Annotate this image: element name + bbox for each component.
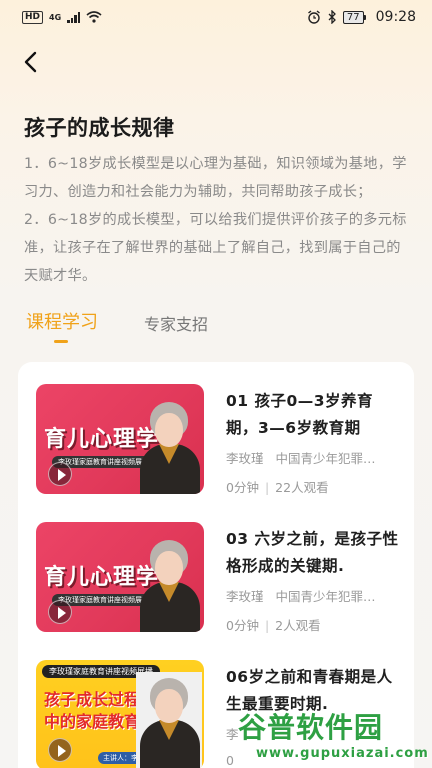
thumbnail-title-line1: 孩子成长过程 bbox=[44, 690, 141, 709]
page-description: 1．6~18岁成长模型是以心理为基础，知识领域为基地，学习力、创造力和社会能力为… bbox=[24, 156, 407, 284]
course-author-row: 李玫瑾 中国青少年犯罪… bbox=[226, 586, 402, 605]
alarm-icon bbox=[307, 10, 320, 24]
course-thumbnail: 李玫瑾家庭教育讲座视频展播 孩子成长过程 中的家庭教育 主讲人：李玫瑾 bbox=[36, 660, 204, 768]
lecturer-portrait bbox=[136, 672, 202, 768]
course-author: 李玫瑾 bbox=[226, 589, 264, 604]
course-org: 中国青少年犯罪… bbox=[275, 451, 376, 466]
course-item[interactable]: 育儿心理学 李玫瑾家庭教育讲座视频展播 01 孩子0—3岁养育期，3—6岁教育期… bbox=[18, 362, 414, 498]
course-org: 中国青少年犯罪… bbox=[275, 589, 376, 604]
tab-bar: 课程学习 专家支招 bbox=[24, 308, 404, 348]
thumbnail-title-line2: 中的家庭教育 bbox=[44, 712, 141, 731]
active-tab-indicator bbox=[54, 340, 68, 343]
tab-expert-tips[interactable]: 专家支招 bbox=[144, 311, 208, 335]
network-type: 4G bbox=[49, 12, 62, 22]
course-item[interactable]: 育儿心理学 李玫瑾家庭教育讲座视频展播 03 六岁之前，是孩子性格形成的关键期.… bbox=[18, 500, 414, 636]
course-thumbnail: 育儿心理学 李玫瑾家庭教育讲座视频展播 bbox=[36, 522, 204, 632]
wifi-icon bbox=[86, 11, 102, 23]
status-bar: HD 4G 77 09:28 bbox=[0, 0, 432, 34]
page-title: 孩子的成长规律 bbox=[24, 116, 175, 140]
course-duration: 0 bbox=[226, 753, 234, 768]
lecturer-portrait bbox=[136, 396, 202, 494]
course-title: 03 六岁之前，是孩子性格形成的关键期. bbox=[226, 530, 399, 575]
signal-icon bbox=[67, 11, 81, 23]
course-thumbnail: 育儿心理学 李玫瑾家庭教育讲座视频展播 bbox=[36, 384, 204, 494]
course-duration: 0分钟 bbox=[226, 618, 259, 633]
course-stats: 0分钟 | 22人观看 bbox=[226, 480, 329, 495]
battery-icon: 77 bbox=[342, 10, 366, 24]
site-watermark: 谷普软件园 www.gupuxiazai.com bbox=[236, 706, 432, 768]
back-arrow-icon bbox=[24, 51, 37, 73]
watermark-en: www.gupuxiazai.com bbox=[256, 746, 429, 761]
tab-course-study[interactable]: 课程学习 bbox=[26, 308, 98, 334]
watermark-cn: 谷普软件园 bbox=[238, 711, 384, 744]
play-icon bbox=[48, 738, 72, 762]
course-author: 李玫瑾 bbox=[226, 451, 264, 466]
course-views: 2人观看 bbox=[275, 618, 321, 633]
course-info: 01 孩子0—3岁养育期，3—6岁教育期 李玫瑾 中国青少年犯罪… 0分钟 | 22人… bbox=[226, 388, 402, 496]
hd-badge: HD bbox=[22, 10, 44, 24]
bluetooth-icon bbox=[328, 10, 336, 24]
status-bar-left: HD 4G bbox=[22, 10, 102, 24]
lecturer-portrait bbox=[136, 534, 202, 632]
clock: 09:28 bbox=[375, 9, 416, 25]
course-info: 03 六岁之前，是孩子性格形成的关键期. 李玫瑾 中国青少年犯罪… 0分钟 | 2人观… bbox=[226, 526, 402, 634]
course-author-row: 李玫瑾 中国青少年犯罪… bbox=[226, 448, 402, 467]
battery-level: 77 bbox=[342, 10, 364, 24]
play-icon bbox=[48, 462, 72, 486]
play-icon bbox=[48, 600, 72, 624]
course-title: 01 孩子0—3岁养育期，3—6岁教育期 bbox=[226, 392, 374, 437]
course-duration: 0分钟 bbox=[226, 480, 259, 495]
course-stats: 0分钟 | 2人观看 bbox=[226, 618, 321, 633]
status-bar-right: 77 09:28 bbox=[307, 9, 416, 25]
course-views: 22人观看 bbox=[275, 480, 329, 495]
back-button[interactable] bbox=[18, 48, 46, 76]
